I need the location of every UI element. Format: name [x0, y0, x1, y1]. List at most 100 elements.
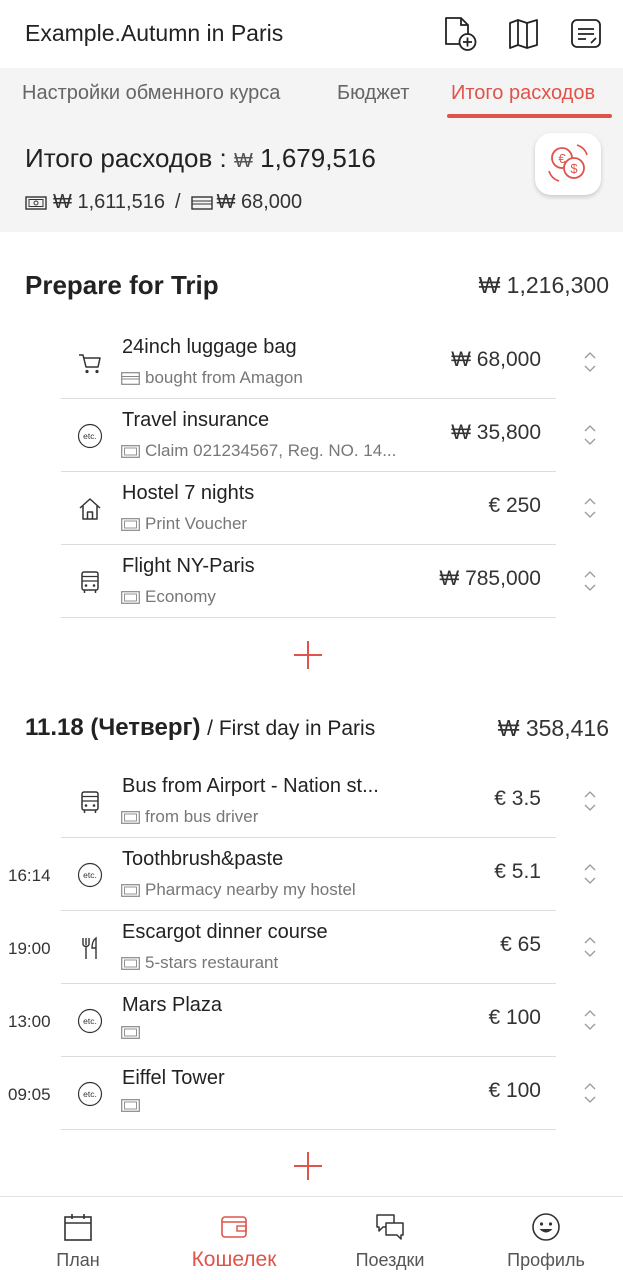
reorder-icon[interactable] — [582, 568, 598, 594]
reorder-icon[interactable] — [582, 349, 598, 375]
cash-icon — [121, 810, 140, 824]
day-weekday: (Четверг) — [90, 714, 201, 741]
etc-icon: etc. — [77, 862, 103, 888]
report-icon[interactable] — [569, 16, 603, 52]
currency-exchange-button[interactable]: € $ — [535, 133, 601, 195]
row-divider — [61, 617, 556, 618]
card-currency-symbol: ₩ — [216, 191, 236, 213]
add-document-icon[interactable] — [443, 16, 477, 52]
day-subtitle: / First day in Paris — [207, 717, 376, 740]
reorder-icon[interactable] — [582, 422, 598, 448]
expense-row[interactable]: Hostel 7 nights Print Voucher € 250 — [0, 472, 623, 545]
bottom-navigation: План Кошелек Поездки Профиль — [0, 1196, 623, 1280]
expense-note: Print Voucher — [121, 514, 247, 534]
expense-row[interactable]: 16:14 etc. Toothbrush&paste Pharmacy nea… — [0, 838, 623, 911]
etc-icon: etc. — [77, 1008, 103, 1034]
amount-separator: / — [174, 191, 181, 213]
cash-icon — [121, 444, 140, 458]
svg-text:etc.: etc. — [83, 1089, 97, 1099]
nav-wallet[interactable]: Кошелек — [156, 1197, 312, 1280]
section-title-prepare: Prepare for Trip — [25, 270, 219, 300]
expense-name: Bus from Airport - Nation st... — [122, 775, 379, 797]
reorder-icon[interactable] — [582, 495, 598, 521]
expense-note — [121, 1099, 145, 1112]
expense-note: 5-stars restaurant — [121, 953, 278, 973]
expense-amount: ₩ 785,000 — [439, 567, 541, 590]
svg-text:etc.: etc. — [83, 431, 97, 441]
expense-name: 24inch luggage bag — [122, 336, 297, 358]
reorder-icon[interactable] — [582, 788, 598, 814]
expense-row[interactable]: etc. Travel insurance Claim 021234567, R… — [0, 399, 623, 472]
expense-amount: ₩ 68,000 — [451, 348, 541, 371]
bus-icon — [81, 791, 99, 813]
map-icon[interactable] — [507, 16, 541, 52]
expense-row[interactable]: Bus from Airport - Nation st... from bus… — [0, 765, 623, 838]
cash-icon — [121, 883, 140, 897]
svg-text:$: $ — [570, 161, 578, 176]
nav-label: Поездки — [355, 1250, 425, 1270]
reorder-icon[interactable] — [582, 934, 598, 960]
row-divider — [61, 1129, 556, 1130]
expense-name: Mars Plaza — [122, 994, 223, 1016]
top-bar: Example.Autumn in Paris — [0, 0, 623, 68]
cash-currency-symbol: ₩ — [53, 191, 72, 213]
cash-amount: 1,611,516 — [77, 191, 165, 213]
expense-amount: € 3.5 — [494, 787, 541, 810]
nav-trips[interactable]: Поездки — [312, 1197, 468, 1280]
chat-icon — [376, 1214, 404, 1240]
card-icon — [121, 371, 140, 385]
nav-profile[interactable]: Профиль — [468, 1197, 623, 1280]
nav-label: План — [56, 1250, 100, 1270]
cash-icon — [121, 590, 140, 604]
expense-note: Economy — [121, 587, 216, 607]
tab-total-expenses[interactable]: Итого расходов — [451, 82, 595, 105]
smiley-icon — [532, 1213, 560, 1241]
expense-name: Toothbrush&paste — [122, 848, 284, 870]
reorder-icon[interactable] — [582, 1007, 598, 1033]
day-header[interactable]: 11.18 (Четверг) / First day in Paris — [25, 714, 375, 742]
expense-amount: € 5.1 — [494, 860, 541, 883]
svg-text:etc.: etc. — [83, 870, 97, 880]
expense-amount: € 100 — [488, 1079, 541, 1102]
expense-time: 16:14 — [8, 866, 51, 885]
cash-icon — [121, 1026, 140, 1039]
cash-icon — [121, 956, 140, 970]
expense-note: from bus driver — [121, 807, 258, 827]
total-label: Итого расходов : — [25, 143, 227, 173]
tab-exchange-rate-settings[interactable]: Настройки обменного курса — [22, 82, 280, 105]
add-expense-button[interactable] — [293, 640, 323, 670]
house-icon — [79, 498, 101, 520]
expense-row[interactable]: 13:00 etc. Mars Plaza € 100 — [0, 984, 623, 1057]
currency-exchange-icon: € $ — [548, 144, 588, 182]
card-icon — [190, 195, 213, 210]
expense-name: Flight NY-Paris — [122, 555, 255, 577]
reorder-icon[interactable] — [582, 1080, 598, 1106]
tab-budget[interactable]: Бюджет — [337, 82, 409, 105]
expense-name: Escargot dinner course — [122, 921, 328, 943]
expense-row[interactable]: 09:05 etc. Eiffel Tower € 100 — [0, 1057, 623, 1130]
expense-note: Claim 021234567, Reg. NO. 14... — [121, 441, 396, 461]
cart-icon — [79, 354, 101, 374]
expense-time: 09:05 — [8, 1085, 51, 1104]
expense-row[interactable]: 19:00 Escargot dinner course 5-stars res… — [0, 911, 623, 984]
nav-plan[interactable]: План — [0, 1197, 156, 1280]
expense-row[interactable]: 24inch luggage bag bought from Amagon ₩ … — [0, 326, 623, 399]
expense-note — [121, 1026, 145, 1039]
cash-icon — [25, 195, 47, 210]
reorder-icon[interactable] — [582, 861, 598, 887]
expense-amount: € 250 — [488, 494, 541, 517]
currency-symbol: ₩ — [234, 150, 253, 172]
trip-title[interactable]: Example.Autumn in Paris — [25, 20, 283, 47]
total-expenses-line: Итого расходов : ₩ 1,679,516 — [25, 143, 376, 174]
cash-icon — [121, 517, 140, 531]
expense-amount: € 100 — [488, 1006, 541, 1029]
expense-name: Eiffel Tower — [122, 1067, 225, 1089]
add-expense-button[interactable] — [293, 1151, 323, 1181]
expense-time: 13:00 — [8, 1012, 51, 1031]
nav-label: Кошелек — [191, 1248, 277, 1271]
expense-name: Hostel 7 nights — [122, 482, 255, 504]
nav-label: Профиль — [507, 1250, 585, 1270]
expense-row[interactable]: Flight NY-Paris Economy ₩ 785,000 — [0, 545, 623, 618]
payment-breakdown: ₩ 1,611,516 / ₩ 68,000 — [25, 191, 302, 214]
cutlery-icon — [82, 936, 97, 959]
